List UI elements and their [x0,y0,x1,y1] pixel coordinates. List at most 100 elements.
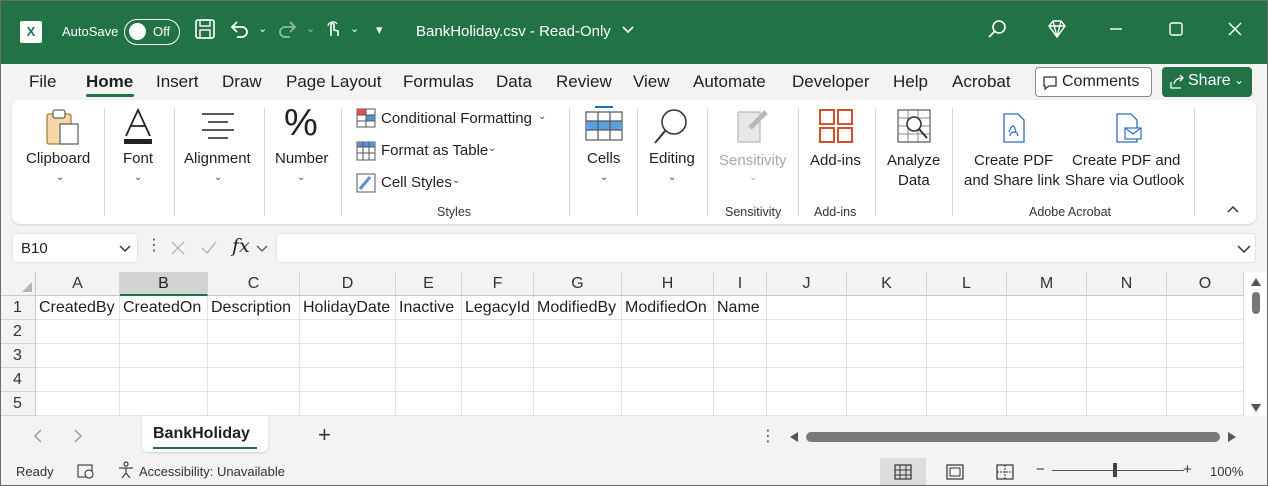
normal-view-button[interactable] [880,458,926,486]
tab-view[interactable]: View [633,72,670,92]
cell-e1[interactable]: Inactive [396,296,462,320]
row-header-1[interactable]: 1 [0,296,36,320]
cell-n1[interactable] [1087,296,1167,320]
cell-d3[interactable] [300,344,396,368]
cell-n3[interactable] [1087,344,1167,368]
cell-e5[interactable] [396,392,462,416]
page-break-view-button[interactable] [982,458,1028,486]
column-header-k[interactable]: K [847,272,927,296]
add-sheet-button[interactable]: + [318,422,331,448]
cell-o4[interactable] [1167,368,1244,392]
cell-i3[interactable] [714,344,767,368]
cell-g4[interactable] [534,368,622,392]
cell-c5[interactable] [208,392,300,416]
cell-h5[interactable] [622,392,714,416]
cell-k1[interactable] [847,296,927,320]
cell-j4[interactable] [767,368,847,392]
cell-i2[interactable] [714,320,767,344]
cell-b1[interactable]: CreatedOn [120,296,208,320]
undo-dropdown-icon[interactable]: ⌄ [258,22,267,35]
cell-d1[interactable]: HolidayDate [300,296,396,320]
column-header-h[interactable]: H [622,272,714,296]
horizontal-scrollbar[interactable] [790,430,1242,444]
cell-d4[interactable] [300,368,396,392]
vertical-scrollbar[interactable] [1244,272,1268,416]
enter-check-icon[interactable] [200,240,218,256]
column-header-g[interactable]: G [534,272,622,296]
cell-e4[interactable] [396,368,462,392]
zoom-in-button[interactable]: + [1183,461,1192,478]
cell-n5[interactable] [1087,392,1167,416]
cell-m3[interactable] [1007,344,1087,368]
collapse-ribbon-icon[interactable] [1226,204,1240,214]
cell-b3[interactable] [120,344,208,368]
horizontal-scroll-thumb[interactable] [806,432,1220,442]
cell-o2[interactable] [1167,320,1244,344]
comments-button[interactable]: Comments [1035,67,1152,97]
cell-b5[interactable] [120,392,208,416]
maximize-icon[interactable] [1163,18,1189,44]
more-options-icon[interactable]: ⋮ [146,235,162,255]
save-icon[interactable] [192,18,218,44]
tab-automate[interactable]: Automate [693,72,766,92]
cell-f3[interactable] [462,344,534,368]
tab-formulas[interactable]: Formulas [403,72,474,92]
cell-g5[interactable] [534,392,622,416]
cell-m2[interactable] [1007,320,1087,344]
cell-l5[interactable] [927,392,1007,416]
close-icon[interactable] [1222,18,1248,44]
cell-f2[interactable] [462,320,534,344]
column-header-e[interactable]: E [396,272,462,296]
cell-l3[interactable] [927,344,1007,368]
zoom-slider-thumb[interactable] [1113,463,1117,477]
cell-n4[interactable] [1087,368,1167,392]
accessibility-icon[interactable] [117,461,135,479]
column-header-l[interactable]: L [927,272,1007,296]
cell-l4[interactable] [927,368,1007,392]
document-title[interactable]: BankHoliday.csv - Read-Only [416,23,611,40]
name-box[interactable]: B10 [12,233,138,263]
cell-j1[interactable] [767,296,847,320]
tab-acrobat[interactable]: Acrobat [952,72,1011,92]
column-header-a[interactable]: A [36,272,120,296]
cell-h3[interactable] [622,344,714,368]
tab-insert[interactable]: Insert [156,72,199,92]
cell-o5[interactable] [1167,392,1244,416]
cell-i1[interactable]: Name [714,296,767,320]
select-all-corner[interactable] [0,272,36,296]
column-header-d[interactable]: D [300,272,396,296]
cell-e3[interactable] [396,344,462,368]
tab-developer[interactable]: Developer [792,72,870,92]
cell-i5[interactable] [714,392,767,416]
cell-m4[interactable] [1007,368,1087,392]
cell-g3[interactable] [534,344,622,368]
cell-i4[interactable] [714,368,767,392]
redo-dropdown-icon[interactable]: ⌄ [306,22,315,35]
cell-a2[interactable] [36,320,120,344]
cell-m1[interactable] [1007,296,1087,320]
cell-o3[interactable] [1167,344,1244,368]
sheet-tab-bankholiday[interactable]: BankHoliday [142,416,268,452]
formula-input[interactable] [276,233,1256,263]
redo-icon[interactable] [275,18,301,44]
cell-c3[interactable] [208,344,300,368]
cell-a5[interactable] [36,392,120,416]
tab-data[interactable]: Data [496,72,532,92]
row-header-3[interactable]: 3 [0,344,36,368]
cancel-icon[interactable] [170,240,186,256]
cell-b4[interactable] [120,368,208,392]
cell-j2[interactable] [767,320,847,344]
column-header-i[interactable]: I [714,272,767,296]
cell-n2[interactable] [1087,320,1167,344]
tab-page-layout[interactable]: Page Layout [286,72,381,92]
tab-draw[interactable]: Draw [222,72,262,92]
zoom-level[interactable]: 100% [1210,464,1243,479]
column-header-o[interactable]: O [1167,272,1244,296]
cell-j3[interactable] [767,344,847,368]
cell-l2[interactable] [927,320,1007,344]
row-header-2[interactable]: 2 [0,320,36,344]
cell-g1[interactable]: ModifiedBy [534,296,622,320]
zoom-slider-track[interactable] [1052,470,1184,471]
tab-review[interactable]: Review [556,72,612,92]
next-sheet-icon[interactable] [72,429,84,443]
